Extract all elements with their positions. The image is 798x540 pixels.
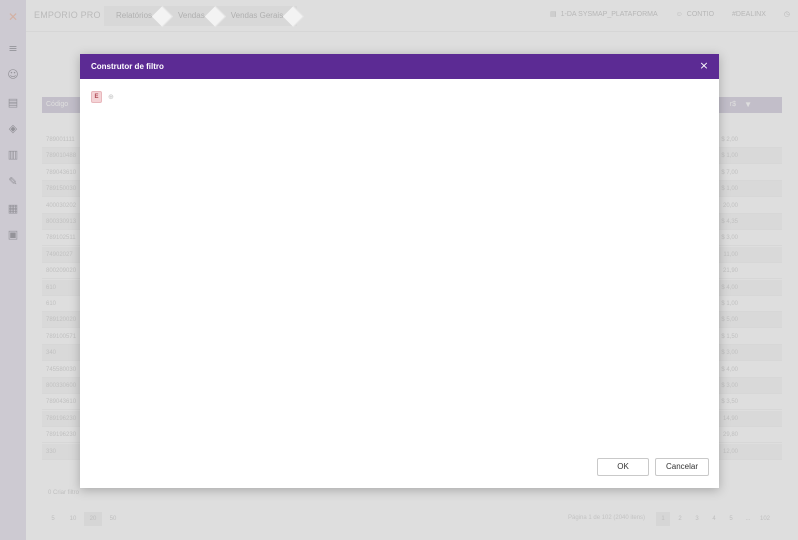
dialog-header: Construtor de filtro × xyxy=(80,54,719,79)
group-operator-button[interactable]: E xyxy=(91,91,102,103)
filter-group-row: E ⊕ xyxy=(91,91,114,103)
add-condition-icon[interactable]: ⊕ xyxy=(108,93,114,101)
close-icon[interactable]: × xyxy=(697,59,711,73)
cancel-button[interactable]: Cancelar xyxy=(655,458,709,476)
ok-button[interactable]: OK xyxy=(597,458,649,476)
filter-builder-dialog: Construtor de filtro × E ⊕ OK Cancelar xyxy=(80,54,719,488)
dialog-title: Construtor de filtro xyxy=(91,62,164,71)
